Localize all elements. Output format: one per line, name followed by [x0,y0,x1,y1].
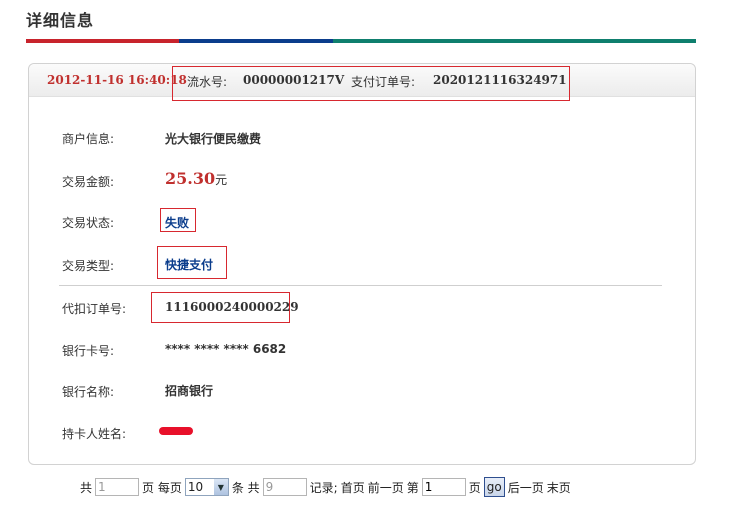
title-underline-blue [179,39,333,43]
page-title: 详细信息 [26,11,95,30]
chevron-down-icon[interactable]: ▼ [213,479,228,495]
serial-label: 流水号: [187,75,228,89]
goto-prefix: 第 [406,480,419,495]
detail-card: 2012-11-16 16:40:18 流水号: 00000001217V 支付… [28,63,696,465]
bank-name-value: 招商银行 [165,384,214,398]
card-holder-label: 持卡人姓名: [62,427,127,441]
per-page-value: 10 [187,480,204,494]
title-underline-teal [333,39,696,43]
payorder-value: 2020121116324971 [433,73,567,87]
goto-page-input[interactable] [421,478,466,496]
status-value: 失败 [165,216,190,230]
go-button[interactable]: go [483,477,505,497]
serial-value: 00000001217V [243,73,345,87]
title-underline [26,39,696,43]
card-number-label: 银行卡号: [62,344,115,358]
total-records-field[interactable] [262,478,307,496]
agent-order-value: 1116000240000229 [165,300,299,314]
total-prefix: 共 [80,480,93,495]
per-page-select[interactable]: 10 ▼ [184,478,229,496]
first-page-link[interactable]: 首页 [341,479,365,496]
agent-order-label: 代扣订单号: [62,302,127,316]
last-page-link[interactable]: 末页 [547,479,571,496]
amount-value-group: 25.30元 [165,169,227,188]
type-label: 交易类型: [62,259,115,273]
per-page-unit: 条 共 [231,480,260,495]
amount-value: 25.30 [165,169,216,188]
prev-page-link[interactable]: 前一页 [368,479,404,496]
pages-unit: 页 每页 [142,480,182,495]
total-pages-field[interactable] [95,478,140,496]
bank-name-label: 银行名称: [62,385,115,399]
amount-label: 交易金额: [62,175,115,189]
amount-unit: 元 [215,173,228,187]
card-holder-redaction [159,427,193,435]
detail-card-header: 2012-11-16 16:40:18 流水号: 00000001217V 支付… [29,64,695,101]
next-page-link[interactable]: 后一页 [508,479,544,496]
status-label: 交易状态: [62,216,115,230]
divider [59,285,662,286]
title-underline-red [26,39,179,43]
payorder-label: 支付订单号: [351,75,416,89]
card-number-value: **** **** **** 6682 [165,342,287,356]
transaction-time: 2012-11-16 16:40:18 [47,73,187,87]
merchant-value: 光大银行便民缴费 [165,132,262,146]
goto-suffix: 页 [468,480,481,495]
type-value: 快捷支付 [165,258,214,272]
records-text: 记录; [309,480,338,495]
pagination-bar: 共 页 每页 10 ▼ 条 共 记录; 首页 前一页 第 页 go 后一页 末页 [80,476,571,498]
merchant-label: 商户信息: [62,132,115,146]
